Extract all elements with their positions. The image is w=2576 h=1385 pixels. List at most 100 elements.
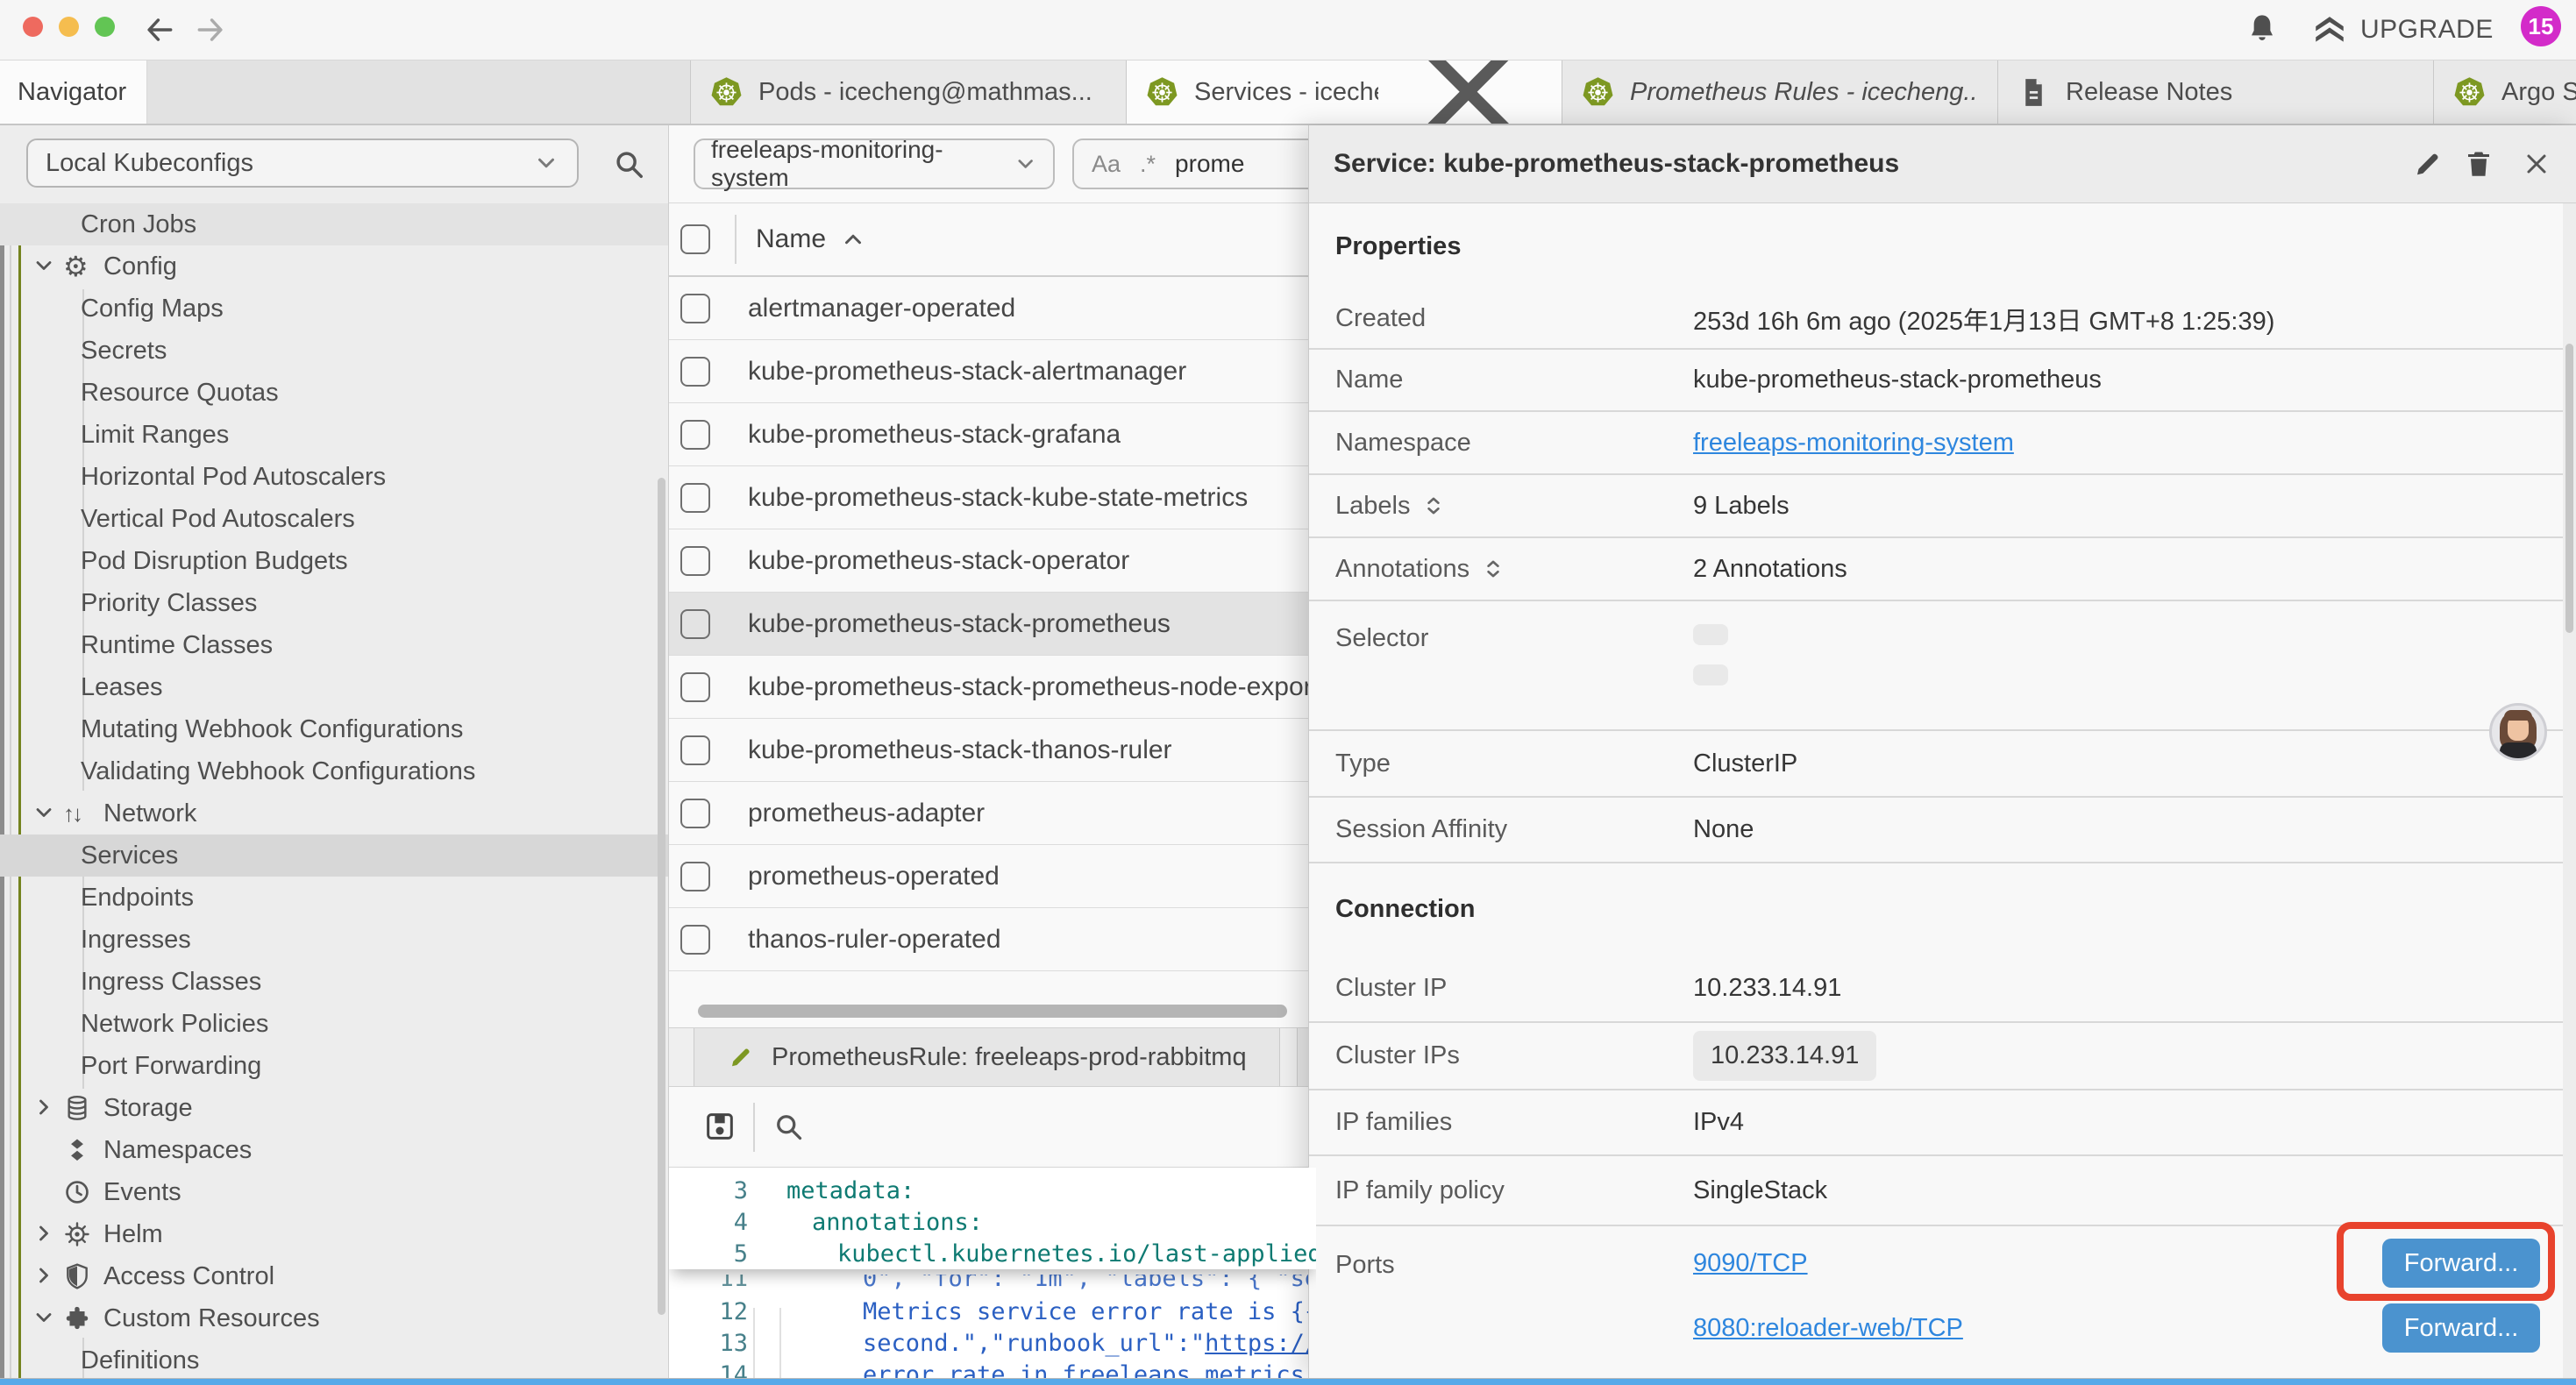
sidebar-tree-item[interactable]: Priority Classes — [0, 582, 668, 624]
maximize-window-button[interactable] — [95, 17, 115, 37]
kubeconfig-select[interactable]: Local Kubeconfigs — [26, 138, 579, 188]
chevron-right-icon[interactable] — [32, 1095, 63, 1121]
window-tab[interactable]: Release Notes — [1998, 60, 2434, 124]
row-checkbox[interactable] — [680, 294, 710, 323]
sidebar-tree-item[interactable]: Vertical Pod Autoscalers — [0, 498, 668, 540]
chevron-down-icon[interactable] — [32, 1305, 63, 1332]
sidebar-search-icon[interactable] — [612, 147, 645, 181]
back-button[interactable] — [143, 13, 176, 46]
name-column-header[interactable]: Name — [756, 224, 826, 254]
minimize-window-button[interactable] — [59, 17, 79, 37]
port-forward-button[interactable]: Forward... — [2382, 1239, 2540, 1288]
sidebar-tree-item[interactable]: Resource Quotas — [0, 372, 668, 414]
code-line[interactable]: 12 Metrics service error rate is {{ $va — [669, 1296, 1316, 1327]
row-checkbox[interactable] — [680, 546, 710, 576]
sidebar-tree-item[interactable]: Mutating Webhook Configurations — [0, 708, 668, 750]
table-row[interactable]: thanos-ruler-operated — [669, 908, 1316, 971]
table-row[interactable]: kube-prometheus-stack-alertmanager — [669, 340, 1316, 403]
port-link[interactable]: 9090/TCP — [1693, 1249, 1808, 1278]
row-checkbox[interactable] — [680, 799, 710, 828]
notifications-bell-icon[interactable] — [2245, 11, 2280, 46]
cluster-ips-badge[interactable]: 10.233.14.91 — [1693, 1031, 1876, 1081]
upgrade-button[interactable]: UPGRADE — [2311, 11, 2494, 49]
drawer-scrollbar-thumb[interactable] — [2565, 344, 2573, 633]
chevron-right-icon[interactable] — [32, 1263, 63, 1289]
sort-ascending-icon[interactable] — [840, 226, 866, 252]
sidebar-tree-item[interactable]: Network Policies — [0, 1003, 668, 1045]
code-line[interactable]: 14 error rate in freeleaps metrics ser — [669, 1359, 1316, 1378]
table-row[interactable]: kube-prometheus-stack-prometheus — [669, 593, 1316, 656]
sidebar-tree-item[interactable]: Config Maps — [0, 288, 668, 330]
window-tab[interactable]: Services - icecheng@math... — [1127, 60, 1562, 124]
sidebar-tree-item[interactable]: Services — [0, 835, 668, 877]
close-drawer-icon[interactable] — [2521, 148, 2552, 180]
selector-badge[interactable] — [1693, 624, 1728, 645]
table-row[interactable]: kube-prometheus-stack-thanos-ruler — [669, 719, 1316, 782]
sidebar-scrollbar[interactable] — [658, 478, 665, 1315]
sidebar-tree-item[interactable]: Access Control — [0, 1255, 668, 1297]
yaml-editor[interactable]: 3 metadata: 4 annotations: 5 kubectl.kub… — [669, 1168, 1316, 1378]
namespace-link[interactable]: freeleaps-monitoring-system — [1693, 429, 2014, 458]
delete-trash-icon[interactable] — [2463, 148, 2494, 180]
row-checkbox[interactable] — [680, 735, 710, 765]
row-checkbox[interactable] — [680, 420, 710, 450]
row-checkbox[interactable] — [680, 609, 710, 639]
sidebar-tree-item[interactable]: Events — [0, 1171, 668, 1213]
chevron-right-icon[interactable] — [32, 1221, 63, 1247]
chevron-down-icon[interactable] — [32, 253, 63, 280]
row-checkbox[interactable] — [680, 483, 710, 513]
sidebar-tree-item[interactable]: ⚙ Config — [0, 245, 668, 288]
code-line[interactable]: 3 metadata: — [669, 1175, 1316, 1206]
editor-search-icon[interactable] — [772, 1111, 804, 1142]
save-icon[interactable] — [702, 1109, 737, 1144]
window-tab[interactable]: Prometheus Rules - icecheng... — [1562, 60, 1998, 124]
row-checkbox[interactable] — [680, 862, 710, 891]
forward-button[interactable] — [194, 13, 227, 46]
window-tab[interactable]: Argo Se — [2434, 60, 2576, 124]
avatar[interactable] — [2489, 703, 2547, 761]
table-row[interactable]: prometheus-adapter — [669, 782, 1316, 845]
sidebar-tree-item[interactable]: Ingress Classes — [0, 961, 668, 1003]
chevron-down-icon[interactable] — [32, 800, 63, 827]
sidebar-tree-item[interactable]: Pod Disruption Budgets — [0, 540, 668, 582]
drawer-scrollbar-track[interactable] — [2563, 203, 2576, 1378]
table-row[interactable]: kube-prometheus-stack-kube-state-metrics — [669, 466, 1316, 529]
row-checkbox[interactable] — [680, 357, 710, 387]
sidebar-tree-item[interactable]: Limit Ranges — [0, 414, 668, 456]
sidebar-tree-item[interactable]: Ingresses — [0, 919, 668, 961]
horizontal-scrollbar[interactable] — [698, 1005, 1287, 1018]
sidebar-tree-item[interactable]: Helm — [0, 1213, 668, 1255]
match-case-toggle[interactable]: Aa — [1092, 151, 1121, 178]
code-line[interactable]: 4 annotations: — [669, 1206, 1316, 1238]
selector-badge[interactable] — [1693, 664, 1728, 685]
chevron-icon[interactable] — [32, 1179, 63, 1205]
filter-search-input[interactable]: Aa .* prome — [1072, 138, 1316, 189]
table-row[interactable]: alertmanager-operated — [669, 277, 1316, 340]
sidebar-tree-item[interactable]: Storage — [0, 1087, 668, 1129]
table-row[interactable]: prometheus-operated — [669, 845, 1316, 908]
sidebar-tree-item[interactable]: ↑↓ Network — [0, 792, 668, 835]
sidebar-tree-item[interactable]: Endpoints — [0, 877, 668, 919]
code-line[interactable]: 5 kubectl.kubernetes.io/last-applied-con — [669, 1238, 1316, 1269]
row-checkbox[interactable] — [680, 672, 710, 702]
port-forward-button[interactable]: Forward... — [2382, 1303, 2540, 1353]
select-all-checkbox[interactable] — [680, 224, 710, 254]
close-window-button[interactable] — [23, 17, 43, 37]
editor-tab[interactable]: PrometheusRule: freeleaps-prod-rabbitmq — [694, 1028, 1280, 1086]
expand-collapse-icon[interactable] — [1422, 494, 1445, 517]
sidebar-tree-item[interactable]: Namespaces — [0, 1129, 668, 1171]
sidebar-tree-item[interactable]: Port Forwarding — [0, 1045, 668, 1087]
sidebar-tree-item[interactable]: Secrets — [0, 330, 668, 372]
table-row[interactable]: kube-prometheus-stack-operator — [669, 529, 1316, 593]
sidebar-tree-item[interactable]: Cron Jobs — [0, 203, 668, 245]
sidebar-tree-item[interactable]: Custom Resources — [0, 1297, 668, 1339]
code-line[interactable]: 13 second.","runbook_url":"https://net — [669, 1327, 1316, 1359]
window-tab[interactable]: Pods - icecheng@mathmas... — [691, 60, 1127, 124]
sidebar-tree-item[interactable]: Leases — [0, 666, 668, 708]
navigator-tab[interactable]: Navigator — [0, 60, 147, 124]
sidebar-tree-item[interactable]: Definitions — [0, 1339, 668, 1378]
expand-collapse-icon[interactable] — [1482, 558, 1505, 580]
notification-count-badge[interactable]: 15 — [2521, 6, 2561, 46]
namespace-select[interactable]: freeleaps-monitoring-system — [694, 138, 1055, 189]
edit-pencil-icon[interactable] — [2412, 148, 2444, 180]
